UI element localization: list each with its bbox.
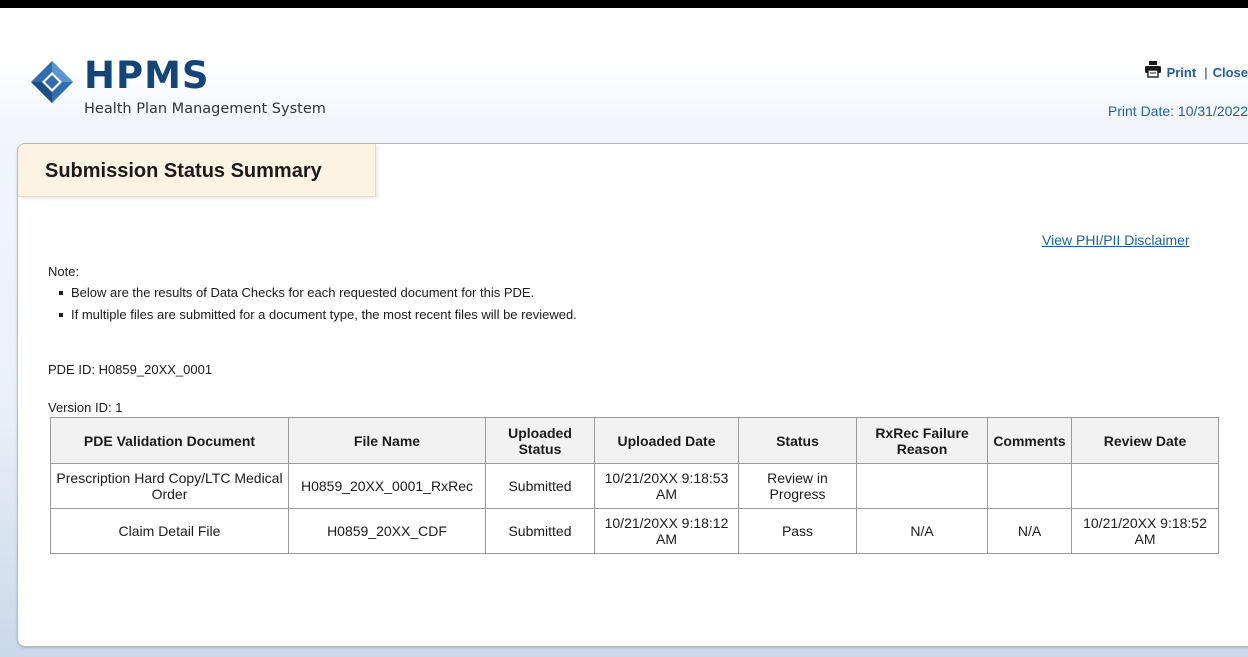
column-header: Comments bbox=[987, 417, 1072, 464]
notes-list: Below are the results of Data Checks for… bbox=[56, 284, 577, 328]
print-link[interactable]: Print bbox=[1167, 65, 1197, 80]
phi-pii-disclaimer-link[interactable]: View PHI/PII Disclaimer bbox=[1042, 232, 1190, 248]
submission-status-panel: Submission Status Summary View PHI/PII D… bbox=[17, 143, 1248, 647]
column-header: Status bbox=[738, 417, 857, 464]
table-cell: Pass bbox=[738, 508, 857, 554]
hpms-logo: HPMS Health Plan Management System bbox=[30, 56, 360, 126]
table-cell: N/A bbox=[987, 508, 1072, 554]
version-id: Version ID: 1 bbox=[48, 400, 123, 415]
note-item: If multiple files are submitted for a do… bbox=[56, 306, 577, 328]
note-label: Note: bbox=[48, 264, 80, 279]
table-cell bbox=[1071, 463, 1219, 509]
table-cell: Submitted bbox=[485, 463, 595, 509]
panel-header: Submission Status Summary bbox=[18, 144, 376, 197]
note-item: Below are the results of Data Checks for… bbox=[56, 284, 577, 306]
column-header: Uploaded Status bbox=[485, 417, 595, 464]
table-cell: H0859_20XX_0001_RxRec bbox=[288, 463, 486, 509]
table-cell: Review in Progress bbox=[738, 463, 857, 509]
table-row: Prescription Hard Copy/LTC Medical Order… bbox=[50, 463, 1219, 509]
top-bar bbox=[0, 0, 1248, 8]
column-header: Uploaded Date bbox=[594, 417, 739, 464]
table-cell bbox=[987, 463, 1072, 509]
link-separator: | bbox=[1204, 65, 1208, 80]
table-cell: H0859_20XX_CDF bbox=[288, 508, 486, 554]
table-cell: Claim Detail File bbox=[50, 508, 289, 554]
hpms-logo-icon bbox=[31, 61, 73, 103]
table-cell: Submitted bbox=[485, 508, 595, 554]
logo-title: HPMS bbox=[84, 54, 210, 97]
table-cell bbox=[856, 463, 988, 509]
column-header: PDE Validation Document bbox=[50, 417, 289, 464]
validation-documents-table: PDE Validation Document File Name Upload… bbox=[50, 417, 1219, 554]
print-date: Print Date: 10/31/2022 bbox=[1107, 103, 1248, 119]
panel-title: Submission Status Summary bbox=[45, 160, 322, 182]
table-header-row: PDE Validation Document File Name Upload… bbox=[50, 417, 1219, 464]
table-cell: N/A bbox=[856, 508, 988, 554]
column-header: File Name bbox=[288, 417, 486, 464]
table-row: Claim Detail File H0859_20XX_CDF Submitt… bbox=[50, 508, 1219, 554]
table-cell: 10/21/20XX 9:18:53 AM bbox=[594, 463, 739, 509]
close-link[interactable]: Close bbox=[1213, 65, 1248, 80]
pde-id: PDE ID: H0859_20XX_0001 bbox=[48, 362, 213, 377]
printer-icon[interactable] bbox=[1144, 60, 1162, 78]
print-links: Print | Close bbox=[1144, 60, 1248, 80]
table-cell: 10/21/20XX 9:18:12 AM bbox=[594, 508, 739, 554]
column-header: Review Date bbox=[1071, 417, 1219, 464]
column-header: RxRec Failure Reason bbox=[856, 417, 988, 464]
table-cell: 10/21/20XX 9:18:52 AM bbox=[1071, 508, 1219, 554]
table-cell: Prescription Hard Copy/LTC Medical Order bbox=[50, 463, 289, 509]
logo-subtitle: Health Plan Management System bbox=[84, 101, 326, 117]
